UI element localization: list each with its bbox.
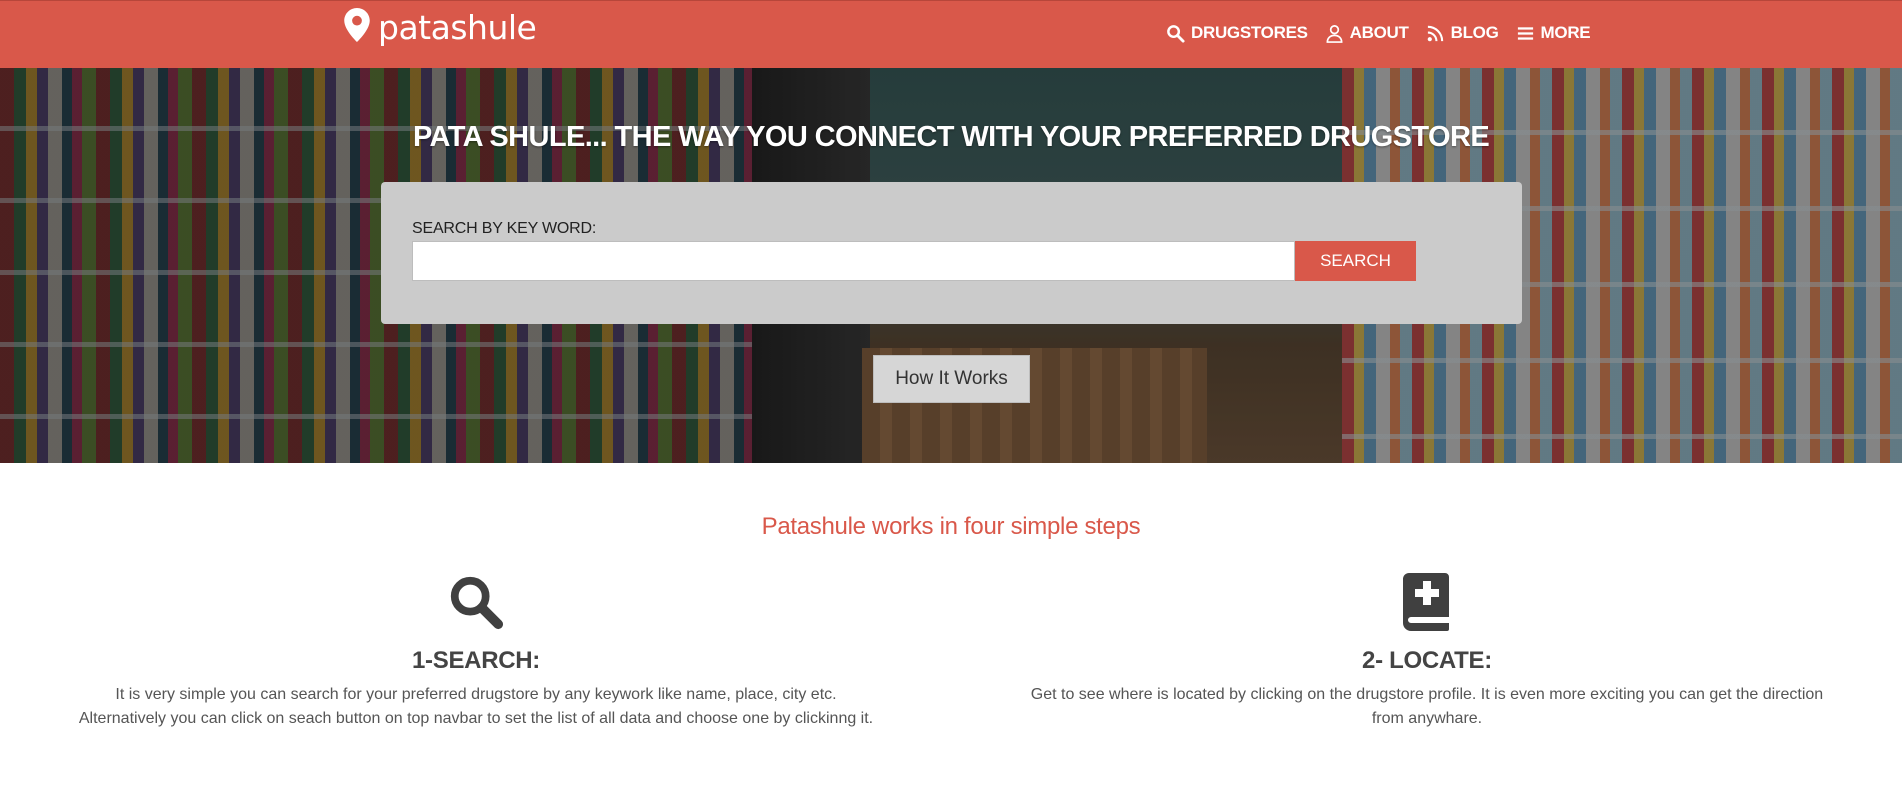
step-title: 1-SEARCH: (412, 647, 540, 674)
top-navbar: patashule DRUGSTORES ABOUT BLOG MORE (0, 0, 1902, 68)
search-icon (1166, 24, 1185, 43)
brand-logo-link[interactable]: patashule (344, 7, 537, 47)
nav-more-label: MORE (1540, 23, 1591, 42)
search-panel: SEARCH BY KEY WORD: SEARCH (381, 182, 1522, 324)
nav-blog[interactable]: BLOG (1426, 23, 1499, 43)
search-button[interactable]: SEARCH (1295, 241, 1416, 281)
menu-icon (1516, 24, 1535, 43)
step-search: 1-SEARCH: It is very simple you can sear… (66, 573, 886, 731)
step-title: 2- LOCATE: (1362, 647, 1492, 674)
how-it-works-button[interactable]: How It Works (873, 355, 1030, 403)
step-description: It is very simple you can search for you… (78, 686, 874, 727)
nav-drugstores[interactable]: DRUGSTORES (1166, 23, 1308, 43)
steps-heading: Patashule works in four simple steps (761, 513, 1141, 540)
nav-about[interactable]: ABOUT (1325, 23, 1409, 43)
search-label: SEARCH BY KEY WORD: (412, 220, 597, 237)
search-input[interactable] (412, 241, 1295, 281)
user-icon (1325, 24, 1344, 43)
nav-blog-label: BLOG (1450, 23, 1499, 42)
search-icon (66, 573, 886, 633)
main-nav: DRUGSTORES ABOUT BLOG MORE (1166, 23, 1607, 43)
hero-title: PATA SHULE... THE WAY YOU CONNECT WITH Y… (412, 121, 1490, 153)
step-description: Get to see where is located by clicking … (1030, 686, 1824, 727)
step-locate: 2- LOCATE: Get to see where is located b… (1017, 573, 1837, 731)
map-pin-icon (344, 7, 378, 47)
brand-name: patashule (378, 7, 537, 47)
hero-banner: PATA SHULE... THE WAY YOU CONNECT WITH Y… (0, 68, 1902, 463)
rss-icon (1426, 24, 1445, 43)
nav-more[interactable]: MORE (1516, 23, 1591, 43)
nav-about-label: ABOUT (1349, 23, 1409, 42)
nav-drugstores-label: DRUGSTORES (1191, 23, 1308, 42)
medical-book-icon (1017, 573, 1837, 633)
